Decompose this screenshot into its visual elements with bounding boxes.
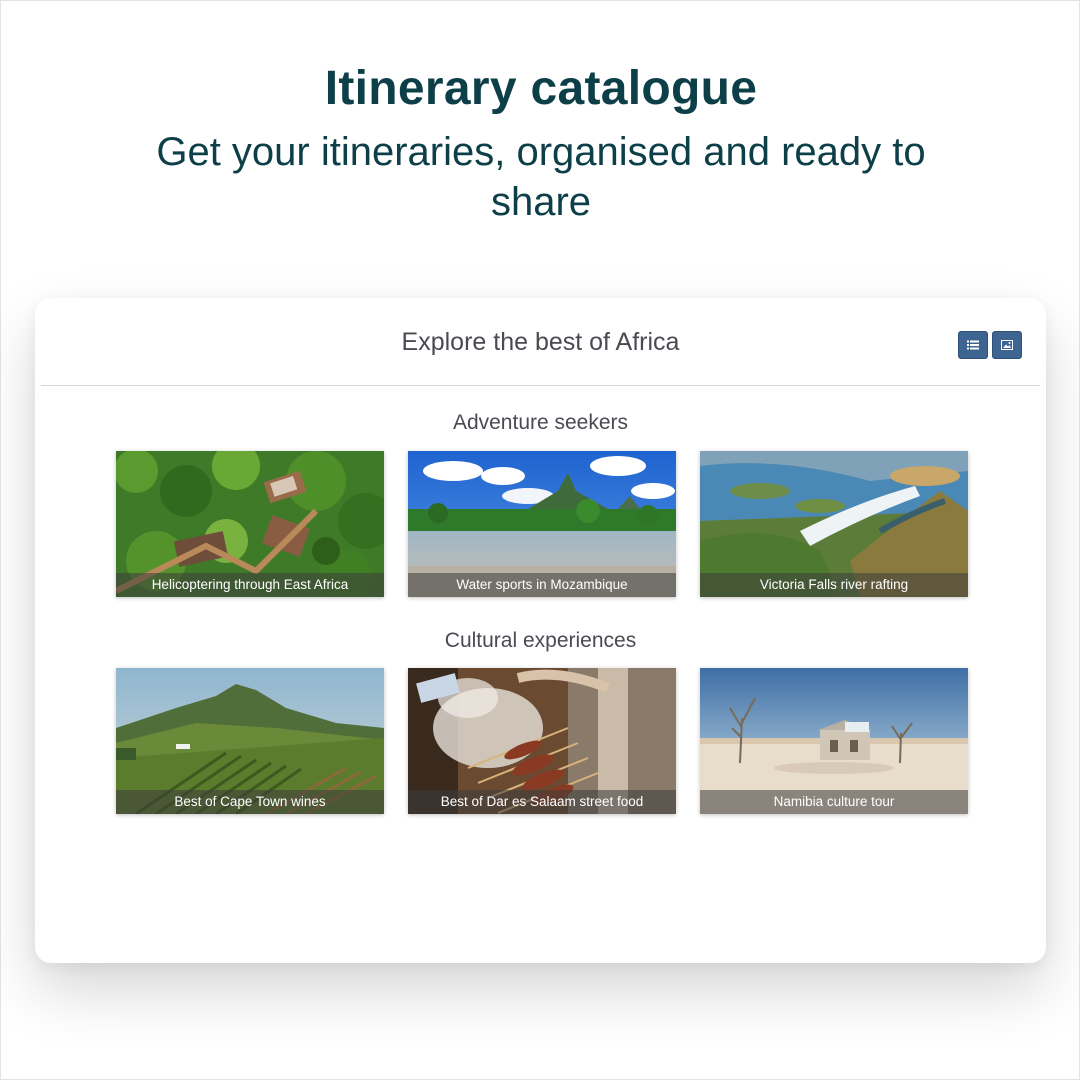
itinerary-card[interactable]: Best of Dar es Salaam street food xyxy=(408,668,676,814)
list-icon xyxy=(967,340,979,350)
itinerary-card[interactable]: Namibia culture tour xyxy=(700,668,968,814)
view-toggle xyxy=(958,331,1022,359)
itinerary-caption: Best of Dar es Salaam street food xyxy=(408,790,676,814)
catalogue-header: Explore the best of Africa xyxy=(41,298,1040,386)
itinerary-caption: Namibia culture tour xyxy=(700,790,968,814)
itinerary-caption: Helicoptering through East Africa xyxy=(116,573,384,597)
itinerary-card[interactable]: Water sports in Mozambique xyxy=(408,451,676,597)
itinerary-caption: Victoria Falls river rafting xyxy=(700,573,968,597)
itinerary-card[interactable]: Best of Cape Town wines xyxy=(116,668,384,814)
itinerary-card[interactable]: Victoria Falls river rafting xyxy=(700,451,968,597)
section-title-cultural: Cultural experiences xyxy=(444,629,637,652)
itinerary-caption: Water sports in Mozambique xyxy=(408,573,676,597)
section-title-adventure: Adventure seekers xyxy=(452,411,629,434)
grid-view-button[interactable] xyxy=(992,331,1022,359)
itinerary-card[interactable]: Helicoptering through East Africa xyxy=(116,451,384,597)
itinerary-caption: Best of Cape Town wines xyxy=(116,790,384,814)
catalogue-card: Explore the best of Africa Adventure see… xyxy=(35,298,1046,963)
page-subtitle: Get your itineraries, organised and read… xyxy=(156,130,926,224)
catalogue-title: Explore the best of Africa xyxy=(401,328,680,356)
list-view-button[interactable] xyxy=(958,331,988,359)
image-icon xyxy=(1001,340,1013,350)
page-title: Itinerary catalogue xyxy=(324,62,758,115)
